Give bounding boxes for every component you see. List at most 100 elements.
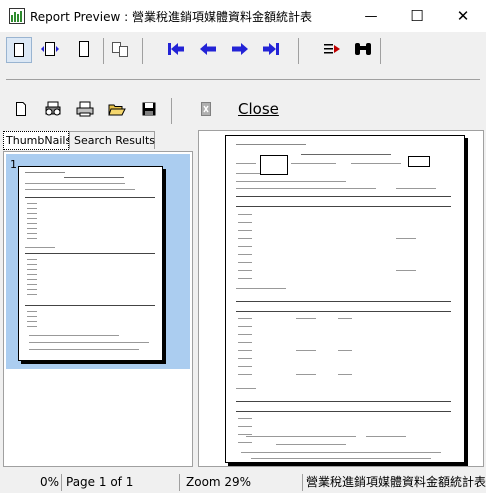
redacted-box bbox=[408, 156, 430, 167]
status-report-name: 營業稅進銷項媒體資料金額統計表 bbox=[306, 475, 486, 489]
open-icon bbox=[108, 104, 126, 116]
text-line bbox=[64, 177, 124, 178]
tab-thumbnails[interactable]: ThumbNails bbox=[3, 131, 71, 150]
text-line bbox=[238, 366, 252, 367]
goto-page-button[interactable] bbox=[320, 37, 344, 61]
page-preview-panel[interactable] bbox=[198, 130, 484, 467]
text-line bbox=[27, 208, 37, 209]
text-line bbox=[27, 321, 37, 322]
text-line bbox=[236, 288, 286, 289]
table-rule bbox=[236, 196, 451, 197]
text-line bbox=[338, 374, 352, 375]
text-line bbox=[27, 264, 37, 265]
first-page-button[interactable] bbox=[164, 37, 188, 61]
report-page bbox=[225, 135, 465, 463]
text-line bbox=[27, 279, 37, 280]
text-line bbox=[27, 203, 37, 204]
table-rule bbox=[236, 206, 451, 207]
status-zoom: Zoom 29% bbox=[186, 475, 252, 489]
find-button[interactable] bbox=[351, 37, 375, 61]
text-line bbox=[27, 311, 37, 312]
text-line bbox=[27, 259, 37, 260]
toolbar-separator bbox=[103, 38, 104, 64]
text-line bbox=[351, 163, 401, 164]
text-line bbox=[25, 189, 135, 190]
text-line bbox=[276, 444, 346, 445]
close-doc-icon bbox=[201, 102, 211, 116]
print-button[interactable] bbox=[73, 97, 97, 121]
close-button[interactable]: Close bbox=[238, 100, 279, 118]
text-line bbox=[366, 436, 406, 437]
maximize-button[interactable]: ☐ bbox=[394, 0, 440, 32]
toolbar-separator bbox=[171, 98, 172, 124]
print-icon bbox=[76, 101, 94, 117]
print-setup-button[interactable] bbox=[41, 97, 65, 121]
close-window-button[interactable]: ✕ bbox=[440, 0, 486, 32]
status-separator bbox=[61, 474, 62, 491]
maximize-icon: ☐ bbox=[410, 7, 424, 25]
text-line bbox=[236, 144, 306, 145]
thumbnail-page bbox=[18, 166, 163, 361]
text-line bbox=[27, 294, 37, 295]
status-bar: 0% Page 1 of 1 Zoom 29% 營業稅進銷項媒體資料金額統計表 bbox=[0, 472, 486, 493]
text-line bbox=[301, 154, 391, 155]
text-line bbox=[396, 188, 436, 189]
text-line bbox=[29, 349, 139, 350]
open-button[interactable] bbox=[105, 97, 129, 121]
save-button[interactable] bbox=[137, 97, 161, 121]
toolbar-separator bbox=[298, 38, 299, 64]
tab-search-results[interactable]: Search Results bbox=[69, 131, 155, 149]
text-line bbox=[238, 230, 252, 231]
minimize-icon: — bbox=[364, 8, 378, 24]
text-line bbox=[291, 163, 336, 164]
text-line bbox=[396, 238, 416, 239]
text-line bbox=[236, 163, 256, 164]
text-line bbox=[296, 318, 316, 319]
minimize-button[interactable]: — bbox=[348, 0, 394, 32]
next-page-icon bbox=[232, 43, 248, 55]
text-line bbox=[238, 222, 252, 223]
close-doc-button[interactable] bbox=[194, 97, 218, 121]
table-rule bbox=[25, 197, 155, 198]
next-page-button[interactable] bbox=[228, 37, 252, 61]
toolbar-separator bbox=[380, 38, 381, 64]
text-line bbox=[338, 318, 352, 319]
page-width-button[interactable] bbox=[38, 37, 62, 61]
thumbnails-panel[interactable]: 1 bbox=[3, 151, 193, 467]
thumbnail-page-number: 1 bbox=[10, 158, 17, 171]
text-line bbox=[27, 223, 37, 224]
text-line bbox=[338, 350, 352, 351]
full-page-button[interactable] bbox=[72, 37, 96, 61]
text-line bbox=[238, 318, 252, 319]
text-line bbox=[27, 284, 37, 285]
multi-page-button[interactable] bbox=[108, 37, 132, 61]
last-page-button[interactable] bbox=[259, 37, 283, 61]
text-line bbox=[238, 246, 252, 247]
text-line bbox=[27, 326, 37, 327]
previous-page-icon bbox=[200, 43, 216, 55]
text-line bbox=[238, 278, 252, 279]
goto-page-icon bbox=[324, 44, 340, 54]
navigation-toolbar bbox=[0, 32, 486, 70]
find-icon bbox=[355, 43, 371, 55]
redacted-box bbox=[260, 155, 288, 175]
previous-page-button[interactable] bbox=[196, 37, 220, 61]
thumbnail-item[interactable]: 1 bbox=[6, 154, 190, 369]
text-line bbox=[27, 228, 37, 229]
text-line bbox=[241, 452, 441, 453]
text-line bbox=[27, 316, 37, 317]
table-rule bbox=[236, 311, 451, 312]
table-rule bbox=[25, 253, 155, 254]
multi-page-icon bbox=[112, 42, 128, 57]
status-separator bbox=[179, 474, 180, 491]
text-line bbox=[29, 335, 119, 336]
single-page-button[interactable] bbox=[6, 37, 32, 63]
text-line bbox=[238, 254, 252, 255]
text-line bbox=[296, 374, 316, 375]
status-progress: 0% bbox=[40, 475, 60, 489]
text-line bbox=[238, 270, 252, 271]
new-page-button[interactable] bbox=[9, 97, 33, 121]
text-line bbox=[27, 238, 37, 239]
first-page-icon bbox=[168, 43, 184, 55]
text-line bbox=[27, 274, 37, 275]
